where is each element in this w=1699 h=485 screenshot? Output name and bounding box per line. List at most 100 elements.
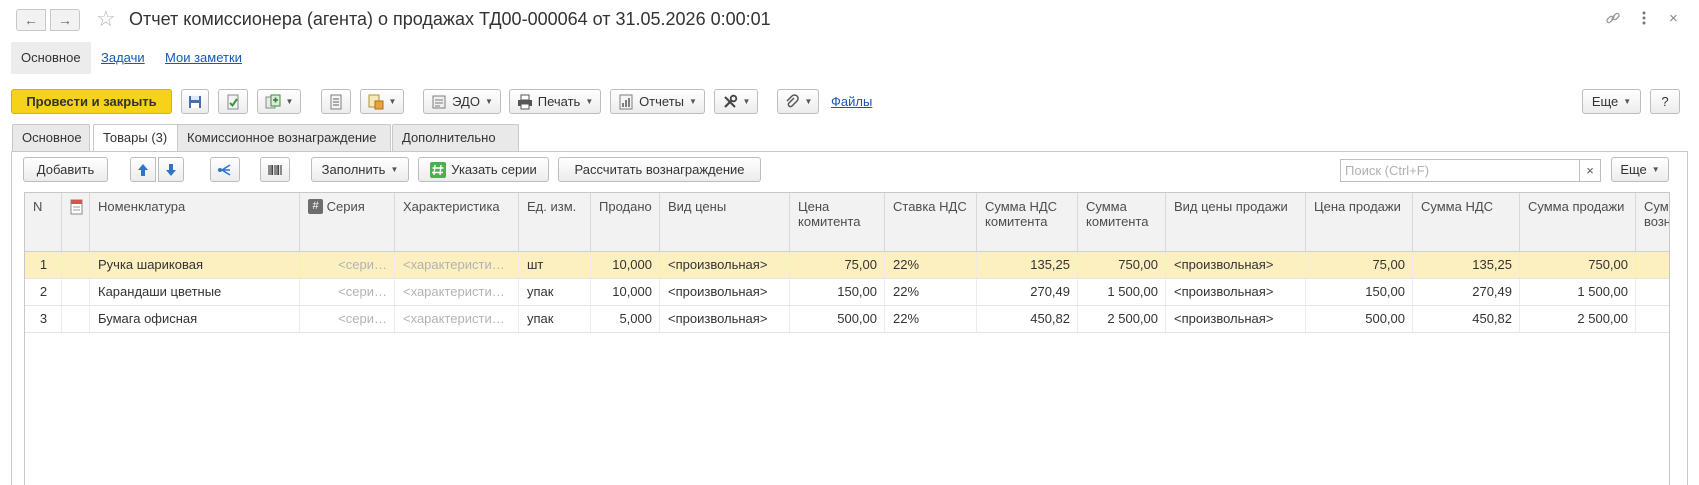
cell-principal-vat[interactable]: 135,25 [977,252,1078,278]
move-up-button[interactable] [130,157,156,182]
specify-series-button[interactable]: Указать серии [418,157,549,182]
cell-unit[interactable]: упак [519,279,591,305]
help-button[interactable]: ? [1650,89,1680,114]
cell-vat-rate[interactable]: 22% [885,279,977,305]
column-header-series[interactable]: # Серия [300,193,395,251]
cell-reward-sum[interactable] [1636,279,1669,305]
cell-sale-price[interactable]: 75,00 [1306,252,1413,278]
nav-tab-notes[interactable]: Мои заметки [165,42,242,74]
tab-goods[interactable]: Товары (3) [93,124,185,153]
edo-button[interactable]: ЭДО ▼ [423,89,501,114]
cell-vat-sum[interactable]: 270,49 [1413,279,1520,305]
cell-series[interactable]: <сери… [300,279,395,305]
cell-sale-sum[interactable]: 2 500,00 [1520,306,1636,332]
column-header-sale-price-type[interactable]: Вид цены продажи [1166,193,1306,251]
cell-sold[interactable]: 10,000 [591,279,660,305]
link-icon[interactable] [1605,10,1621,31]
reports-button[interactable]: Отчеты ▼ [610,89,705,114]
cell-nomenclature[interactable]: Карандаши цветные [90,279,300,305]
split-row-button[interactable] [210,157,240,182]
table-more-button[interactable]: Еще ▼ [1611,157,1669,182]
table-row[interactable]: 1 Ручка шариковая <сери… <характеристи… … [25,252,1669,279]
cell-principal-price[interactable]: 150,00 [790,279,885,305]
cell-price-type[interactable]: <произвольная> [660,252,790,278]
cell-principal-price[interactable]: 500,00 [790,306,885,332]
cell-principal-sum[interactable]: 2 500,00 [1078,306,1166,332]
cell-vat-rate[interactable]: 22% [885,306,977,332]
cell-price-type[interactable]: <произвольная> [660,279,790,305]
cell-reward-sum[interactable] [1636,252,1669,278]
fill-button[interactable]: Заполнить ▼ [311,157,409,182]
search-input[interactable] [1340,159,1580,182]
cell-vat-rate[interactable]: 22% [885,252,977,278]
nav-tab-tasks[interactable]: Задачи [101,42,145,74]
cell-sale-price-type[interactable]: <произвольная> [1166,306,1306,332]
cell-series[interactable]: <сери… [300,252,395,278]
cell-price-type[interactable]: <произвольная> [660,306,790,332]
cell-sale-price[interactable]: 500,00 [1306,306,1413,332]
column-header-reward-sum[interactable]: Сумма вознагра [1636,193,1669,251]
calculate-reward-button[interactable]: Рассчитать вознаграждение [558,157,761,182]
cell-reward-sum[interactable] [1636,306,1669,332]
journal-button[interactable] [321,89,351,114]
create-based-on-button[interactable]: ▼ [257,89,301,114]
table-row[interactable]: 3 Бумага офисная <сери… <характеристи… у… [25,306,1669,333]
column-header-nomenclature[interactable]: Номенклатура [90,193,300,251]
cell-nomenclature[interactable]: Бумага офисная [90,306,300,332]
table-row[interactable]: 2 Карандаши цветные <сери… <характеристи… [25,279,1669,306]
column-header-document[interactable] [62,193,90,251]
cell-principal-sum[interactable]: 750,00 [1078,252,1166,278]
cell-unit[interactable]: упак [519,306,591,332]
post-and-close-button[interactable]: Провести и закрыть [11,89,172,114]
column-header-vat-sum[interactable]: Сумма НДС [1413,193,1520,251]
cell-sale-price[interactable]: 150,00 [1306,279,1413,305]
arrow-left-icon[interactable]: ← [16,9,46,31]
cell-vat-sum[interactable]: 450,82 [1413,306,1520,332]
cell-series[interactable]: <сери… [300,306,395,332]
goods-table[interactable]: N Номенклатура # Серия Характеристика Ед… [24,192,1670,485]
tab-additional[interactable]: Дополнительно [392,124,519,152]
arrow-right-icon[interactable]: → [50,9,80,31]
cell-sold[interactable]: 10,000 [591,252,660,278]
structure-button[interactable]: ▼ [360,89,404,114]
column-header-vat-rate[interactable]: Ставка НДС [885,193,977,251]
column-header-n[interactable]: N [25,193,62,251]
save-button[interactable] [181,89,209,114]
search-clear-button[interactable]: × [1579,159,1601,182]
add-button[interactable]: Добавить [23,157,108,182]
post-button[interactable] [218,89,248,114]
print-button[interactable]: Печать ▼ [509,89,601,114]
cell-characteristic[interactable]: <характеристи… [395,252,519,278]
cell-vat-sum[interactable]: 135,25 [1413,252,1520,278]
cell-unit[interactable]: шт [519,252,591,278]
cell-sold[interactable]: 5,000 [591,306,660,332]
cell-sale-price-type[interactable]: <произвольная> [1166,279,1306,305]
column-header-principal-vat[interactable]: Сумма НДС комитента [977,193,1078,251]
cell-sale-sum[interactable]: 1 500,00 [1520,279,1636,305]
tab-main[interactable]: Основное [12,124,90,152]
column-header-sold[interactable]: Продано [591,193,660,251]
tools-button[interactable]: ▼ [714,89,758,114]
cell-characteristic[interactable]: <характеристи… [395,306,519,332]
column-header-principal-sum[interactable]: Сумма комитента [1078,193,1166,251]
cell-principal-sum[interactable]: 1 500,00 [1078,279,1166,305]
cell-principal-vat[interactable]: 450,82 [977,306,1078,332]
column-header-characteristic[interactable]: Характеристика [395,193,519,251]
cell-nomenclature[interactable]: Ручка шариковая [90,252,300,278]
barcode-button[interactable] [260,157,290,182]
tab-commission[interactable]: Комиссионное вознаграждение [177,124,391,152]
cell-principal-price[interactable]: 75,00 [790,252,885,278]
cell-principal-vat[interactable]: 270,49 [977,279,1078,305]
nav-tab-main[interactable]: Основное [11,42,91,74]
column-header-sale-sum[interactable]: Сумма продажи [1520,193,1636,251]
column-header-sale-price[interactable]: Цена продажи [1306,193,1413,251]
attachments-button[interactable]: ▼ [777,89,819,114]
column-header-principal-price[interactable]: Цена комитента [790,193,885,251]
cell-sale-price-type[interactable]: <произвольная> [1166,252,1306,278]
cell-characteristic[interactable]: <характеристи… [395,279,519,305]
star-icon[interactable]: ☆ [96,7,116,31]
column-header-unit[interactable]: Ед. изм. [519,193,591,251]
files-link[interactable]: Файлы [831,94,872,109]
cell-sale-sum[interactable]: 750,00 [1520,252,1636,278]
close-icon[interactable]: × [1669,10,1678,28]
